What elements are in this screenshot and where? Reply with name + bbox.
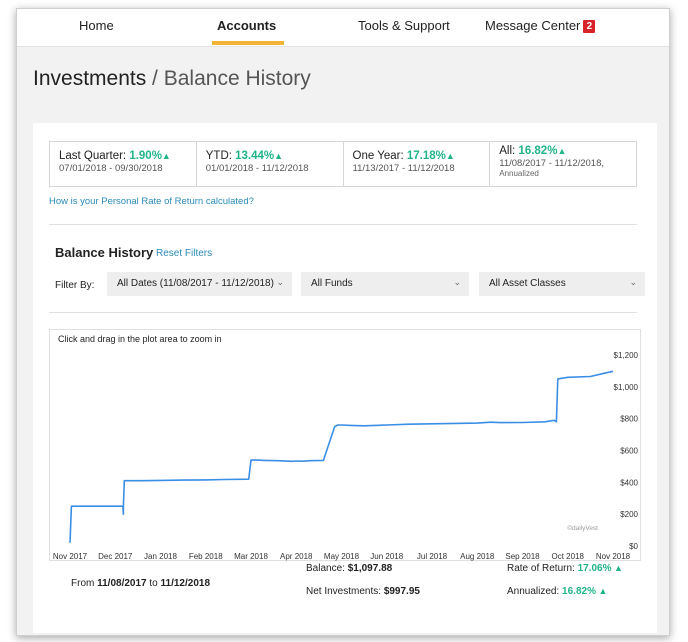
y-tick-label: $400 — [620, 478, 638, 487]
funds-select[interactable]: All Funds ⌄ — [301, 272, 469, 296]
y-tick-label: $200 — [620, 510, 638, 519]
rate-label: One Year: — [352, 150, 407, 162]
annualized-label: Annualized: — [507, 586, 563, 597]
chart-credit: ©dailyVest — [567, 524, 598, 532]
nav-message-center[interactable]: Message Center 2 — [485, 18, 596, 33]
x-tick-label: Nov 2017 — [53, 552, 88, 561]
rate-value: 1.90% — [129, 150, 162, 162]
asset-classes-value: All Asset Classes — [489, 278, 566, 289]
page-title-sub: Balance History — [163, 67, 311, 90]
rate-label: Last Quarter: — [59, 150, 130, 162]
balance-label: Balance: — [306, 563, 348, 574]
funds-value: All Funds — [311, 278, 353, 289]
x-tick-label: Mar 2018 — [234, 552, 268, 561]
rate-label: YTD: — [205, 150, 236, 162]
divider — [49, 224, 637, 225]
rate-value: 17.18% — [406, 150, 446, 162]
rate-of-return-help-link[interactable]: How is your Personal Rate of Return calc… — [49, 196, 254, 207]
nav-home[interactable]: Home — [79, 18, 114, 33]
rate-dates: 07/01/2018 - 09/30/2018 — [59, 163, 163, 174]
annualized-value: 16.82% — [562, 586, 596, 597]
summary-annualized: Annualized: 16.82% ▲ — [507, 586, 607, 597]
summary-from-date: 11/08/2017 — [97, 578, 147, 589]
up-arrow-icon: ▲ — [161, 151, 171, 161]
summary-date-range: From 11/08/2017 to 11/12/2018 — [71, 578, 210, 589]
summary-net-investments: Net Investments: $997.95 — [306, 586, 420, 597]
summary-balance: Balance: $1,097.88 — [306, 563, 392, 574]
rate-value: 13.44% — [235, 150, 275, 162]
up-arrow-icon: ▲ — [445, 151, 455, 161]
up-arrow-icon: ▲ — [274, 151, 284, 161]
balance-value: $1,097.88 — [347, 563, 393, 574]
chevron-down-icon: ⌄ — [629, 277, 637, 287]
chart-plot-area[interactable]: $0 $200 $400 $600 $800 $1,000 $1,200 Nov 2017 De… — [50, 330, 642, 562]
summary-to-word: to — [146, 578, 161, 589]
ror-label: Rate of Return: — [507, 563, 578, 574]
balance-history-card: Last Quarter: 1.90%▲ 07/01/2018 - 09/30/… — [33, 123, 657, 633]
chevron-down-icon: ⌄ — [453, 277, 461, 287]
nav-accounts[interactable]: Accounts — [217, 18, 276, 33]
x-tick-label: Jun 2018 — [370, 552, 403, 561]
reset-filters-link[interactable]: Reset Filters — [156, 248, 212, 259]
x-tick-label: May 2018 — [324, 552, 360, 561]
x-tick-label: Jan 2018 — [144, 552, 177, 561]
asset-classes-select[interactable]: All Asset Classes ⌄ — [479, 272, 645, 296]
ror-value: 17.06% — [577, 563, 612, 574]
summary-to-date: 11/12/2018 — [160, 578, 211, 589]
net-investments-value: $997.95 — [383, 586, 420, 597]
up-arrow-icon: ▲ — [595, 586, 608, 596]
rate-one-year: One Year: 17.18%▲ 11/13/2017 - 11/12/201… — [344, 142, 491, 186]
x-tick-label: Feb 2018 — [189, 552, 223, 561]
active-tab-indicator — [212, 41, 284, 45]
page-title: Investments / Balance History — [33, 67, 311, 91]
filter-by-label: Filter By: — [55, 280, 95, 291]
balance-chart[interactable]: $0 $200 $400 $600 $800 $1,000 $1,200 Nov 2017 De… — [49, 329, 641, 561]
x-tick-label: Dec 2017 — [98, 552, 133, 561]
net-investments-label: Net Investments: — [306, 586, 384, 597]
x-tick-label: Jul 2018 — [417, 552, 448, 561]
balance-series-line — [69, 370, 614, 543]
rate-dates: 01/01/2018 - 11/12/2018 — [205, 163, 309, 174]
divider — [49, 312, 637, 313]
message-count-badge: 2 — [583, 20, 596, 33]
x-tick-label: Nov 2018 — [596, 552, 631, 561]
y-tick-label: $600 — [620, 447, 638, 456]
summary-rate-of-return: Rate of Return: 17.06% ▲ — [507, 563, 623, 574]
nav-tools-support[interactable]: Tools & Support — [358, 18, 450, 33]
rate-dates: 11/13/2017 - 11/12/2018 — [352, 163, 455, 174]
y-tick-label: $800 — [620, 415, 638, 424]
chart-zoom-hint: Click and drag in the plot area to zoom … — [58, 334, 222, 344]
x-tick-label: Aug 2018 — [460, 552, 495, 561]
up-arrow-icon: ▲ — [611, 563, 623, 573]
top-navigation: Home Accounts Tools & Support Message Ce… — [17, 9, 669, 47]
rate-dates: 11/08/2017 - 11/12/2018, — [499, 158, 605, 169]
page-title-separator: / — [146, 67, 164, 90]
y-tick-label: $1,000 — [614, 383, 639, 392]
rates-of-return-bar: Last Quarter: 1.90%▲ 07/01/2018 - 09/30/… — [49, 141, 637, 187]
app-window: Home Accounts Tools & Support Message Ce… — [16, 8, 670, 636]
summary-from-prefix: From — [71, 578, 98, 589]
rate-ytd: YTD: 13.44%▲ 01/01/2018 - 11/12/2018 — [197, 142, 344, 186]
up-arrow-icon: ▲ — [557, 146, 567, 156]
date-range-select[interactable]: All Dates (11/08/2017 - 11/12/2018) ⌄ — [107, 272, 292, 296]
rate-all: All: 16.82%▲ 11/08/2017 - 11/12/2018, An… — [490, 142, 636, 186]
rate-last-quarter: Last Quarter: 1.90%▲ 07/01/2018 - 09/30/… — [50, 142, 197, 186]
x-tick-label: Oct 2018 — [552, 552, 585, 561]
x-tick-label: Sep 2018 — [505, 552, 540, 561]
date-range-value: All Dates (11/08/2017 - 11/12/2018) — [117, 278, 274, 289]
rate-annualized-note: Annualized — [499, 169, 539, 178]
y-tick-label: $1,200 — [614, 351, 639, 360]
rate-label: All: — [499, 145, 519, 157]
y-tick-label: $0 — [629, 542, 638, 551]
nav-message-center-label: Message Center — [485, 18, 581, 33]
page-title-main: Investments — [33, 67, 147, 90]
section-title: Balance History — [55, 245, 154, 260]
chevron-down-icon: ⌄ — [276, 277, 284, 287]
x-tick-label: Apr 2018 — [280, 552, 313, 561]
rate-value: 16.82% — [518, 145, 558, 157]
